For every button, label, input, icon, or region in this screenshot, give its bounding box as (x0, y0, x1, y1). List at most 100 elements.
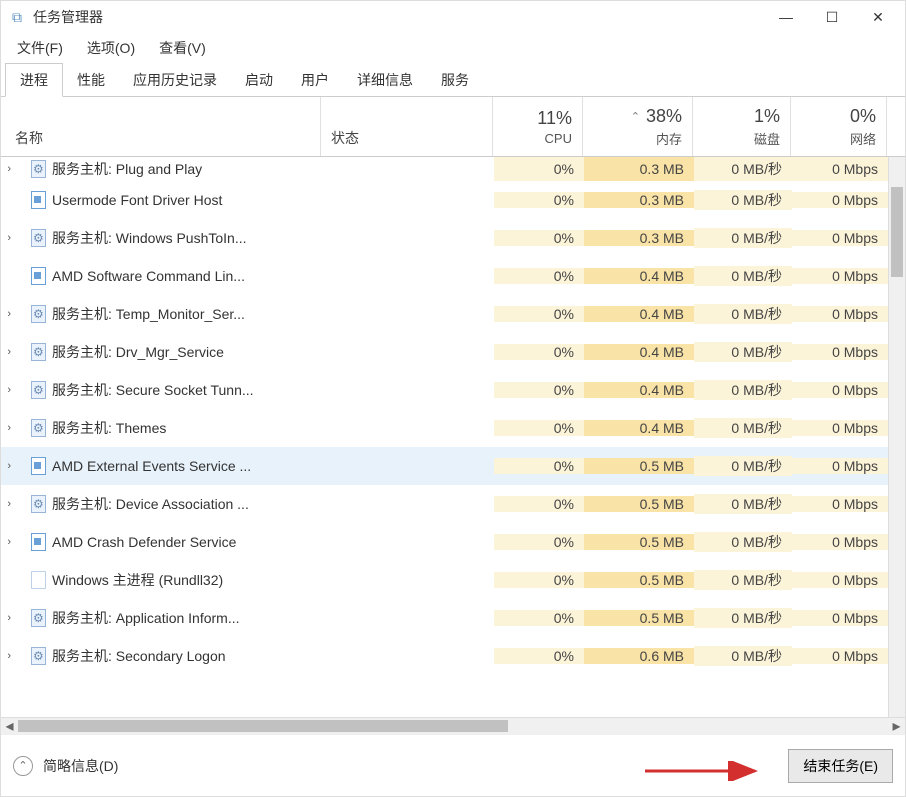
cell-disk: 0 MB/秒 (694, 456, 792, 476)
expand-chevron-icon[interactable]: › (1, 650, 18, 662)
scroll-left-icon[interactable]: ◂ (1, 716, 18, 736)
cell-mem: 0.5 MB (584, 534, 694, 550)
cell-disk: 0 MB/秒 (694, 494, 792, 514)
expand-chevron-icon[interactable]: › (1, 536, 18, 548)
process-row[interactable]: Usermode Font Driver Host0%0.3 MB0 MB/秒0… (1, 181, 888, 219)
process-row[interactable]: Windows 主进程 (Rundll32)0%0.5 MB0 MB/秒0 Mb… (1, 561, 888, 599)
expand-chevron-icon[interactable]: › (1, 612, 18, 624)
process-name: AMD Software Command Lin... (52, 268, 322, 284)
process-row[interactable]: ›⚙服务主机: Drv_Mgr_Service0%0.4 MB0 MB/秒0 M… (1, 333, 888, 371)
maximize-button[interactable]: ☐ (809, 1, 855, 33)
cell-net: 0 Mbps (792, 157, 888, 181)
expand-chevron-icon[interactable]: › (1, 163, 18, 175)
col-header-network[interactable]: 0% 网络 (791, 97, 887, 156)
col-header-name[interactable]: 名称 (1, 97, 321, 156)
cell-mem: 0.3 MB (584, 157, 694, 181)
cell-disk: 0 MB/秒 (694, 418, 792, 438)
cell-net: 0 Mbps (792, 534, 888, 550)
process-row[interactable]: ›⚙服务主机: Windows PushToIn...0%0.3 MB0 MB/… (1, 219, 888, 257)
cell-disk: 0 MB/秒 (694, 266, 792, 286)
tab-services[interactable]: 服务 (427, 64, 483, 96)
process-name: AMD Crash Defender Service (52, 534, 322, 550)
cell-cpu: 0% (494, 458, 584, 474)
scroll-right-icon[interactable]: ▸ (888, 716, 905, 736)
process-row[interactable]: › AMD Crash Defender Service 0%0.5 MB0 MB/… (1, 523, 888, 561)
tab-startup[interactable]: 启动 (231, 64, 287, 96)
app-box-icon (31, 457, 46, 475)
column-headers: 名称 状态 11% CPU ⌃38% 内存 1% 磁盘 0% 网络 (1, 97, 905, 157)
gear-icon: ⚙ (31, 343, 46, 361)
process-row[interactable]: ›⚙服务主机: Plug and Play0%0.3 MB0 MB/秒0 Mbp… (1, 157, 888, 181)
process-row[interactable]: ›⚙服务主机: Device Association ...0%0.5 MB0 … (1, 485, 888, 523)
end-task-button[interactable]: 结束任务(E) (788, 749, 893, 783)
menu-view[interactable]: 查看(V) (151, 34, 214, 62)
cell-mem: 0.4 MB (584, 344, 694, 360)
cell-mem: 0.4 MB (584, 420, 694, 436)
cell-net: 0 Mbps (792, 306, 888, 322)
horizontal-scrollbar[interactable]: ◂ ▸ (1, 717, 905, 734)
tab-users[interactable]: 用户 (287, 64, 343, 96)
cell-mem: 0.5 MB (584, 572, 694, 588)
gear-icon: ⚙ (31, 419, 46, 437)
sort-asc-icon: ⌃ (631, 110, 640, 123)
fewer-details-toggle[interactable]: ⌃ 简略信息(D) (13, 756, 118, 776)
minimize-button[interactable]: — (763, 1, 809, 33)
process-table: ›⚙服务主机: Plug and Play0%0.3 MB0 MB/秒0 Mbp… (1, 157, 905, 717)
cell-cpu: 0% (494, 534, 584, 550)
cell-mem: 0.5 MB (584, 496, 694, 512)
expand-chevron-icon[interactable]: › (1, 422, 18, 434)
tab-performance[interactable]: 性能 (63, 64, 119, 96)
tab-app_history[interactable]: 应用历史记录 (119, 64, 231, 96)
tab-details[interactable]: 详细信息 (343, 64, 427, 96)
cell-disk: 0 MB/秒 (694, 304, 792, 324)
cell-disk: 0 MB/秒 (694, 228, 792, 248)
process-row[interactable]: ›⚙服务主机: Secure Socket Tunn...0%0.4 MB0 M… (1, 371, 888, 409)
app-icon: ⧉ (5, 9, 29, 26)
titlebar[interactable]: ⧉ 任务管理器 — ☐ ✕ (1, 1, 905, 33)
footer: ⌃ 简略信息(D) 结束任务(E) (1, 734, 905, 796)
cell-disk: 0 MB/秒 (694, 342, 792, 362)
gear-icon: ⚙ (31, 229, 46, 247)
process-row[interactable]: ›⚙服务主机: Secondary Logon0%0.6 MB0 MB/秒0 M… (1, 637, 888, 675)
expand-chevron-icon[interactable]: › (1, 346, 18, 358)
process-row[interactable]: ›⚙服务主机: Themes0%0.4 MB0 MB/秒0 Mbps (1, 409, 888, 447)
tab-processes[interactable]: 进程 (5, 63, 63, 97)
col-header-memory[interactable]: ⌃38% 内存 (583, 97, 693, 156)
cell-mem: 0.4 MB (584, 268, 694, 284)
process-name: 服务主机: Secondary Logon (52, 646, 322, 666)
process-name: 服务主机: Temp_Monitor_Ser... (52, 304, 322, 324)
cell-cpu: 0% (494, 648, 584, 664)
gear-icon: ⚙ (31, 305, 46, 323)
app-box-icon (31, 267, 46, 285)
process-name: AMD External Events Service ... (52, 458, 322, 474)
menu-file[interactable]: 文件(F) (9, 34, 71, 62)
process-row[interactable]: AMD Software Command Lin... 0%0.4 MB0 MB/… (1, 257, 888, 295)
col-header-disk[interactable]: 1% 磁盘 (693, 97, 791, 156)
cell-cpu: 0% (494, 157, 584, 181)
process-row[interactable]: ›AMD External Events Service ...0%0.5 MB… (1, 447, 888, 485)
cell-disk: 0 MB/秒 (694, 157, 792, 181)
process-name: Usermode Font Driver Host (52, 192, 322, 208)
window-title: 任务管理器 (33, 7, 103, 27)
cell-cpu: 0% (494, 268, 584, 284)
cell-disk: 0 MB/秒 (694, 532, 792, 552)
vertical-scrollbar[interactable] (888, 157, 905, 717)
expand-chevron-icon[interactable]: › (1, 232, 18, 244)
col-header-cpu[interactable]: 11% CPU (493, 97, 583, 156)
cell-net: 0 Mbps (792, 648, 888, 664)
cell-net: 0 Mbps (792, 382, 888, 398)
process-row[interactable]: ›⚙服务主机: Application Inform...0%0.5 MB0 M… (1, 599, 888, 637)
cell-cpu: 0% (494, 344, 584, 360)
expand-chevron-icon[interactable]: › (1, 498, 18, 510)
process-name: 服务主机: Themes (52, 418, 322, 438)
expand-chevron-icon[interactable]: › (1, 384, 18, 396)
cell-net: 0 Mbps (792, 458, 888, 474)
app-box-icon (31, 533, 46, 551)
menu-options[interactable]: 选项(O) (79, 34, 143, 62)
process-row[interactable]: ›⚙服务主机: Temp_Monitor_Ser...0%0.4 MB0 MB/… (1, 295, 888, 333)
expand-chevron-icon[interactable]: › (1, 308, 18, 320)
col-header-status[interactable]: 状态 (321, 97, 493, 156)
expand-chevron-icon[interactable]: › (1, 460, 18, 472)
cell-mem: 0.4 MB (584, 306, 694, 322)
close-button[interactable]: ✕ (855, 1, 901, 33)
